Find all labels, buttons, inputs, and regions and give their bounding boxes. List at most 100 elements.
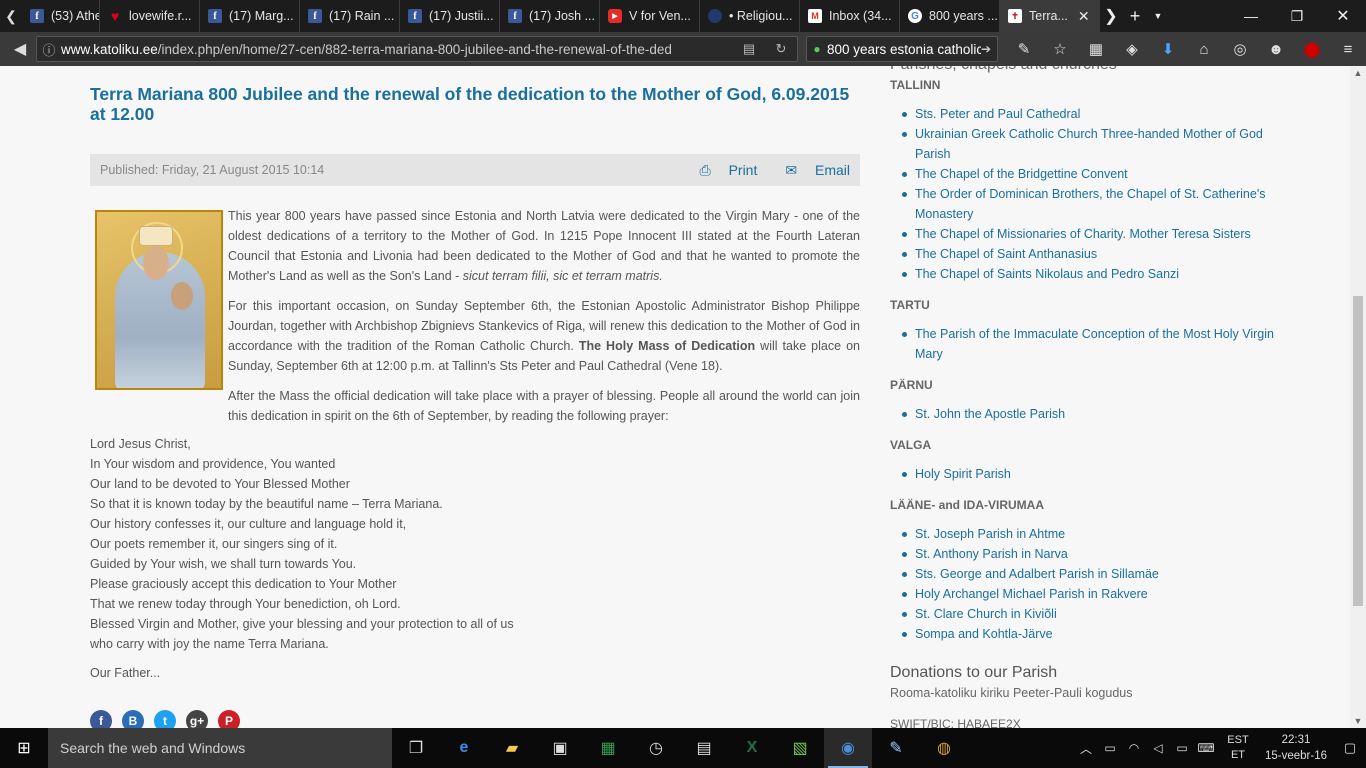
email-link[interactable]: ✉ Email <box>771 162 850 179</box>
action-center-icon[interactable]: ▢ <box>1334 740 1366 756</box>
close-window-button[interactable]: ✕ <box>1320 0 1366 32</box>
globe-icon[interactable]: ◎ <box>1222 40 1258 58</box>
link-saint-anthanasius[interactable]: The Chapel of Saint Anthanasius <box>902 244 1275 264</box>
tab-10[interactable]: G 800 years ... <box>900 0 1000 32</box>
bookmark-star-icon[interactable]: ☆ <box>1042 40 1078 58</box>
wifi-icon[interactable]: ◠ <box>1122 741 1146 755</box>
paragraph-1: This year 800 years have passed since Es… <box>228 209 860 283</box>
tab-7[interactable]: ▶ V for Ven... <box>600 0 700 32</box>
google-plus-share-icon[interactable]: g+ <box>186 710 208 728</box>
message-icon[interactable]: ▭ <box>1170 741 1194 755</box>
link-missionaries-of-charity[interactable]: The Chapel of Missionaries of Charity. M… <box>902 224 1275 244</box>
reload-icon[interactable]: ↻ <box>765 41 797 57</box>
region-tallinn: TALLINN <box>890 78 941 92</box>
link-peter-paul-cathedral[interactable]: Sts. Peter and Paul Cathedral <box>902 104 1275 124</box>
clock-app-icon[interactable]: ◷ <box>632 728 680 768</box>
donations-text: Rooma-katoliku kiriku Peeter-Pauli kogud… <box>890 686 1133 700</box>
link-st-clare-kivioli[interactable]: St. Clare Church in Kiviõli <box>902 604 1275 624</box>
firefox-icon[interactable]: ◉ <box>824 728 872 768</box>
chart-app-icon[interactable]: ▧ <box>776 728 824 768</box>
info-icon[interactable]: ⓘ <box>37 40 61 59</box>
youtube-icon: ▶ <box>608 9 622 23</box>
link-immaculate-conception[interactable]: The Parish of the Immaculate Conception … <box>902 324 1275 364</box>
search-engine-icon[interactable]: ● <box>807 42 827 56</box>
heart-icon: ♥ <box>110 8 120 24</box>
search-go-icon[interactable]: ➔ <box>981 42 997 56</box>
tab-9[interactable]: M Inbox (34... <box>800 0 900 32</box>
tab-6[interactable]: f (17) Josh ... <box>500 0 600 32</box>
store-icon[interactable]: ▣ <box>536 728 584 768</box>
page-scrollbar[interactable]: ▲ ▼ <box>1350 66 1366 728</box>
screen: ❮ f(53) Athei... ♥lovewife.r... f(17) Ma… <box>0 0 1366 768</box>
reader-view-icon[interactable]: ▤ <box>733 41 765 57</box>
scroll-down-arrow-icon[interactable]: ▼ <box>1350 716 1366 726</box>
tab-scroll-left-button[interactable]: ❮ <box>0 0 22 32</box>
madonna-icon-image <box>95 210 223 390</box>
twitter-share-icon[interactable]: t <box>154 710 176 728</box>
menu-icon[interactable]: ≡ <box>1330 41 1366 58</box>
link-holy-spirit[interactable]: Holy Spirit Parish <box>902 464 1275 484</box>
file-explorer-icon[interactable]: ▰ <box>488 728 536 768</box>
tab-8[interactable]: • Religiou... <box>700 0 800 32</box>
tab-scroll-right-button[interactable]: ❯ <box>1100 0 1122 32</box>
link-sompa-kohtla-jarve[interactable]: Sompa and Kohtla-Järve <box>902 624 1275 644</box>
volume-icon[interactable]: ◁ <box>1146 741 1170 755</box>
ublock-icon[interactable]: ⬤ <box>1294 40 1330 58</box>
download-icon[interactable]: ⬇ <box>1150 40 1186 58</box>
battery-icon[interactable]: ▭ <box>1098 741 1122 755</box>
show-hidden-icons-icon[interactable]: ︿ <box>1074 740 1098 757</box>
link-st-joseph-ahtme[interactable]: St. Joseph Parish in Ahtme <box>902 524 1275 544</box>
task-view-icon[interactable]: ❐ <box>392 728 440 768</box>
pinterest-share-icon[interactable]: P <box>218 710 240 728</box>
link-st-john-apostle[interactable]: St. John the Apostle Parish <box>902 404 1275 424</box>
keyboard-icon[interactable]: ⌨ <box>1194 741 1218 755</box>
search-bar[interactable]: ● 800 years estonia catholic ➔ <box>806 36 998 62</box>
calculator-icon[interactable]: ▤ <box>680 728 728 768</box>
scrollbar-thumb[interactable] <box>1353 296 1363 606</box>
globe-app-icon[interactable]: ◍ <box>920 728 968 768</box>
link-bridgettine-convent[interactable]: The Chapel of the Bridgettine Convent <box>902 164 1275 184</box>
link-dominican-brothers[interactable]: The Order of Dominican Brothers, the Cha… <box>902 184 1275 224</box>
katoliku-icon: ✝ <box>1008 9 1022 23</box>
url-text[interactable]: www.katoliku.ee/index.php/en/home/27-cen… <box>61 42 733 57</box>
back-button[interactable]: ◀ <box>8 37 32 61</box>
share-buttons: f B t g+ P <box>90 710 250 728</box>
article-title[interactable]: Terra Mariana 800 Jubilee and the renewa… <box>90 84 860 124</box>
taskbar-search-box[interactable]: Search the web and Windows <box>48 728 392 768</box>
minimize-button[interactable]: — <box>1228 0 1274 32</box>
link-saints-nikolaus-pedro[interactable]: The Chapel of Saints Nikolaus and Pedro … <box>902 264 1275 284</box>
tab-3[interactable]: f (17) Marg... <box>200 0 300 32</box>
tab-1[interactable]: f(53) Athei... <box>22 0 100 32</box>
link-ukrainian-greek-catholic[interactable]: Ukrainian Greek Catholic Church Three-ha… <box>902 124 1275 164</box>
paint-icon[interactable]: ✎ <box>872 728 920 768</box>
close-tab-icon[interactable]: ✕ <box>1078 8 1090 25</box>
blogger-share-icon[interactable]: B <box>122 710 144 728</box>
input-language[interactable]: EST ET <box>1218 733 1258 763</box>
tab-5[interactable]: f (17) Justii... <box>400 0 500 32</box>
windows-start-button[interactable]: ⊞ <box>0 728 48 768</box>
restore-button[interactable]: ❐ <box>1274 0 1320 32</box>
new-tab-button[interactable]: + <box>1122 0 1148 32</box>
bookmarks-library-icon[interactable]: ▦ <box>1078 40 1114 58</box>
excel-icon[interactable]: X <box>728 728 776 768</box>
taskbar-clock[interactable]: 22:31 15-veebr-16 <box>1258 732 1334 764</box>
paragraph-2: For this important occasion, on Sunday S… <box>228 299 860 373</box>
facebook-share-icon[interactable]: f <box>90 710 112 728</box>
link-archangel-michael-rakvere[interactable]: Holy Archangel Michael Parish in Rakvere <box>902 584 1275 604</box>
tab-11-active[interactable]: ✝ Terra... ✕ <box>1000 0 1100 32</box>
home-icon[interactable]: ⌂ <box>1186 41 1222 58</box>
smiley-icon[interactable]: ☻ <box>1258 41 1294 58</box>
tab-list-dropdown-icon[interactable]: ▼ <box>1148 0 1168 32</box>
address-bar[interactable]: ⓘ www.katoliku.ee/index.php/en/home/27-c… <box>36 36 798 62</box>
scroll-up-arrow-icon[interactable]: ▲ <box>1350 68 1366 78</box>
tab-4[interactable]: f (17) Rain ... <box>300 0 400 32</box>
pocket-icon[interactable]: ◈ <box>1114 40 1150 58</box>
spreadsheet-app-icon[interactable]: ▦ <box>584 728 632 768</box>
link-george-adalbert-sillamae[interactable]: Sts. George and Adalbert Parish in Silla… <box>902 564 1275 584</box>
wrench-icon[interactable]: ✎ <box>1006 40 1042 58</box>
print-link[interactable]: ⎙ Print <box>685 162 757 179</box>
edge-icon[interactable]: e <box>440 728 488 768</box>
tab-2[interactable]: ♥ lovewife.r... <box>100 0 200 32</box>
link-st-anthony-narva[interactable]: St. Anthony Parish in Narva <box>902 544 1275 564</box>
taskbar-apps: ❐ e ▰ ▣ ▦ ◷ ▤ X ▧ ◉ ✎ ◍ <box>392 728 968 768</box>
